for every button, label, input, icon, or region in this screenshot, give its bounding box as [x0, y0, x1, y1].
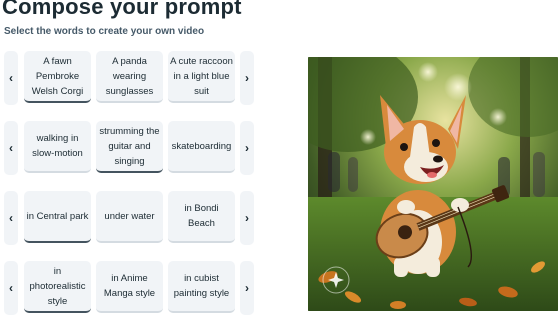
option-card[interactable]: A fawn Pembroke Welsh Corgi: [24, 51, 91, 103]
prompt-row-location: ‹ in Central park under water in Bondi B…: [0, 191, 260, 245]
page-subtitle: Select the words to create your own vide…: [4, 26, 205, 37]
page-title: Compose your prompt: [2, 0, 242, 19]
option-card[interactable]: skateboarding: [168, 121, 235, 173]
chevron-left-icon[interactable]: ‹: [4, 121, 18, 175]
option-card[interactable]: in photorealistic style: [24, 261, 91, 313]
option-card[interactable]: in Central park: [24, 191, 91, 243]
corgi-guitar-illustration: [308, 57, 558, 311]
chevron-right-icon[interactable]: ›: [240, 51, 254, 105]
chevron-left-icon[interactable]: ‹: [4, 261, 18, 315]
chevron-right-icon[interactable]: ›: [240, 261, 254, 315]
chevron-left-icon[interactable]: ‹: [4, 51, 18, 105]
prompt-row-style: ‹ in photorealistic style in Anime Manga…: [0, 261, 260, 315]
option-card[interactable]: strumming the guitar and singing: [96, 121, 163, 173]
option-card[interactable]: walking in slow-motion: [24, 121, 91, 173]
prompt-row-action: ‹ walking in slow-motion strumming the g…: [0, 121, 260, 175]
video-preview: [308, 57, 558, 311]
option-card[interactable]: in Bondi Beach: [168, 191, 235, 243]
chevron-right-icon[interactable]: ›: [240, 121, 254, 175]
option-card[interactable]: A cute raccoon in a light blue suit: [168, 51, 235, 103]
chevron-right-icon[interactable]: ›: [240, 191, 254, 245]
option-card[interactable]: in Anime Manga style: [96, 261, 163, 313]
chevron-left-icon[interactable]: ‹: [4, 191, 18, 245]
option-card[interactable]: A panda wearing sunglasses: [96, 51, 163, 103]
prompt-row-subject: ‹ A fawn Pembroke Welsh Corgi A panda we…: [0, 51, 260, 105]
option-card[interactable]: in cubist painting style: [168, 261, 235, 313]
option-card[interactable]: under water: [96, 191, 163, 243]
